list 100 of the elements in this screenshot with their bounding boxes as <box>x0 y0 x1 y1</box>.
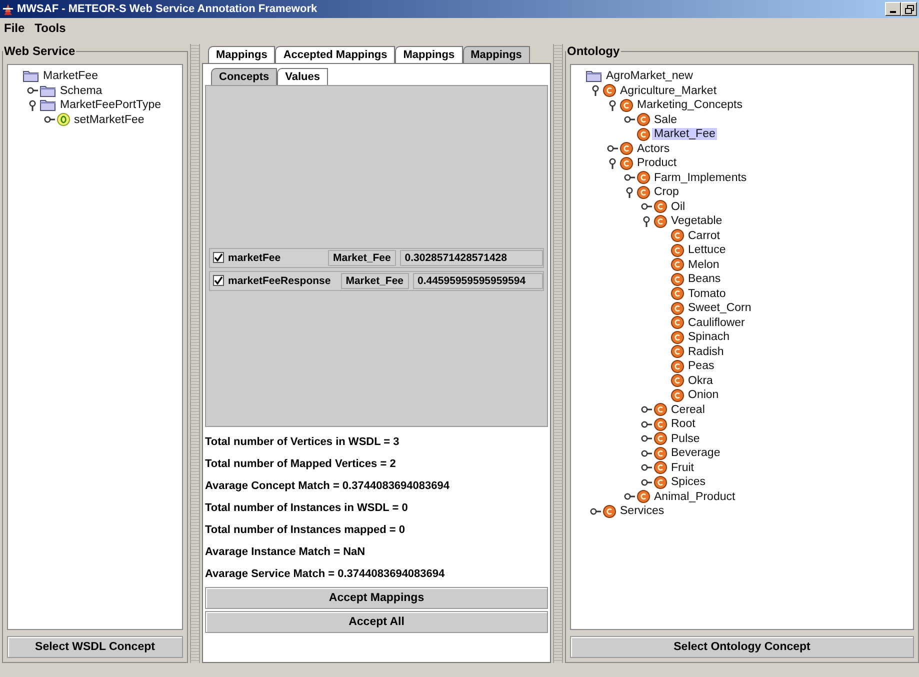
class-icon <box>654 200 667 214</box>
select-ontology-concept-button[interactable]: Select Ontology Concept <box>570 636 914 658</box>
collapsed-handle-icon[interactable] <box>641 418 652 430</box>
tree-item[interactable]: Marketing_Concepts <box>635 99 744 112</box>
accept-button[interactable]: Accept Mappings <box>205 587 548 609</box>
score-cell: 0.3028571428571428 <box>400 250 543 266</box>
tree-item[interactable]: Farm_Implements <box>652 172 749 184</box>
restore-button[interactable] <box>901 2 917 16</box>
collapsed-handle-icon[interactable] <box>44 114 55 126</box>
tree-item[interactable]: Tomato <box>686 288 728 300</box>
tree-item[interactable]: Animal_Product <box>652 490 738 503</box>
class-icon <box>671 388 684 402</box>
concept-cell: Market_Fee <box>328 250 396 266</box>
accept-button[interactable]: Accept All <box>205 611 548 633</box>
tree-item[interactable]: Lettuce <box>686 244 728 256</box>
tree-item[interactable]: Cereal <box>669 404 707 416</box>
tree-item[interactable]: AgroMarket_new <box>604 70 695 82</box>
tree-item[interactable]: Sale <box>652 114 680 126</box>
checkbox[interactable] <box>213 275 224 286</box>
tree-item[interactable]: Root <box>669 418 698 430</box>
tab[interactable]: Values <box>277 68 328 85</box>
tree-item[interactable]: Crop <box>652 186 681 198</box>
collapsed-handle-icon[interactable] <box>641 404 652 416</box>
tree-item[interactable]: Beverage <box>669 447 722 460</box>
tree-item[interactable]: Pulse <box>669 432 702 445</box>
checkbox[interactable] <box>213 252 224 263</box>
menu-item[interactable]: Tools <box>34 21 66 35</box>
class-icon <box>637 171 650 184</box>
class-icon <box>671 374 684 388</box>
tree-item[interactable]: Okra <box>686 374 715 387</box>
tab[interactable]: Mappings <box>395 46 463 63</box>
tab[interactable]: Mappings <box>462 46 530 63</box>
tree-item[interactable]: Radish <box>686 346 726 358</box>
tree-item[interactable]: Agriculture_Market <box>618 84 719 97</box>
tree-item[interactable]: Services <box>618 505 666 518</box>
tree-item[interactable]: Fruit <box>669 462 696 474</box>
statistic-text: Total number of Instances in WSDL = 0 <box>205 501 409 516</box>
tree-item[interactable]: Melon <box>686 258 722 271</box>
tree-item[interactable]: Oil <box>669 200 688 213</box>
collapsed-handle-icon[interactable] <box>641 201 652 212</box>
tree-item[interactable]: Carrot <box>686 230 722 242</box>
collapsed-handle-icon[interactable] <box>590 506 601 517</box>
collapsed-handle-icon[interactable] <box>641 448 652 459</box>
expanded-handle-icon[interactable] <box>27 100 38 111</box>
class-icon <box>654 403 667 416</box>
tree-item[interactable]: setMarketFee <box>72 114 146 126</box>
tree-item[interactable]: Peas <box>686 360 716 372</box>
expanded-handle-icon[interactable] <box>607 100 618 111</box>
tree-item[interactable]: Beans <box>686 273 723 286</box>
window-title: MWSAF - METEOR-S Web Service Annotation Framework <box>17 3 318 15</box>
expanded-handle-icon[interactable] <box>607 158 618 169</box>
collapsed-handle-icon[interactable] <box>641 433 652 444</box>
score-cell: 0.44595959595959594 <box>412 272 543 288</box>
class-icon <box>637 490 650 504</box>
class-icon <box>671 345 684 358</box>
expanded-handle-icon[interactable] <box>624 186 635 198</box>
tree-item[interactable]: MarketFeePortType <box>58 99 163 112</box>
class-icon <box>620 98 633 112</box>
tab[interactable]: Mappings <box>208 46 276 63</box>
tree-item[interactable]: Schema <box>58 84 104 97</box>
tree-item[interactable]: Market_Fee <box>652 128 718 140</box>
tree-item[interactable]: Onion <box>686 389 721 402</box>
tree-item[interactable]: Actors <box>635 142 672 155</box>
collapsed-handle-icon[interactable] <box>27 85 38 96</box>
tree-item[interactable]: Vegetable <box>669 215 724 228</box>
folder-icon <box>23 70 39 82</box>
statistic-text: Avarage Concept Match = 0.3744083694083694 <box>205 479 450 494</box>
panel-title: Ontology <box>566 44 621 58</box>
tree-item[interactable]: Spices <box>669 476 708 488</box>
class-icon <box>654 446 667 460</box>
collapsed-handle-icon[interactable] <box>641 462 652 474</box>
class-icon <box>671 360 684 373</box>
tab[interactable]: Accepted Mappings <box>275 46 396 63</box>
statistic-text: Avarage Service Match = 0.3744083694083694 <box>205 567 446 582</box>
tree-item[interactable]: Spinach <box>686 331 732 344</box>
select-wsdl-concept-button[interactable]: Select WSDL Concept <box>7 636 183 658</box>
tree-item[interactable]: MarketFee <box>41 70 100 82</box>
statistic-text: Total number of Vertices in WSDL = 3 <box>205 435 400 450</box>
collapsed-handle-icon[interactable] <box>624 172 635 184</box>
tree-item[interactable]: Product <box>635 157 679 170</box>
tab[interactable]: Concepts <box>211 68 278 85</box>
collapsed-handle-icon[interactable] <box>607 143 618 154</box>
collapsed-handle-icon[interactable] <box>624 491 635 502</box>
expanded-handle-icon[interactable] <box>590 85 601 96</box>
tree-item[interactable]: Cauliflower <box>686 316 747 329</box>
class-icon <box>620 156 633 170</box>
collapsed-handle-icon[interactable] <box>624 114 635 126</box>
expanded-handle-icon[interactable] <box>641 216 652 227</box>
statistic-text: Total number of Mapped Vertices = 2 <box>205 457 397 472</box>
class-icon <box>654 461 667 474</box>
element-name: marketFeeResponse <box>228 274 332 286</box>
class-icon <box>620 142 633 156</box>
minimize-button[interactable] <box>885 2 901 16</box>
menu-item[interactable]: File <box>4 21 25 35</box>
element-name: marketFee <box>228 252 282 264</box>
tree-item[interactable]: Sweet_Corn <box>686 302 754 314</box>
panel-title: Web Service <box>3 44 76 58</box>
collapsed-handle-icon[interactable] <box>641 476 652 488</box>
folder-icon <box>40 84 56 97</box>
class-icon <box>603 504 616 518</box>
